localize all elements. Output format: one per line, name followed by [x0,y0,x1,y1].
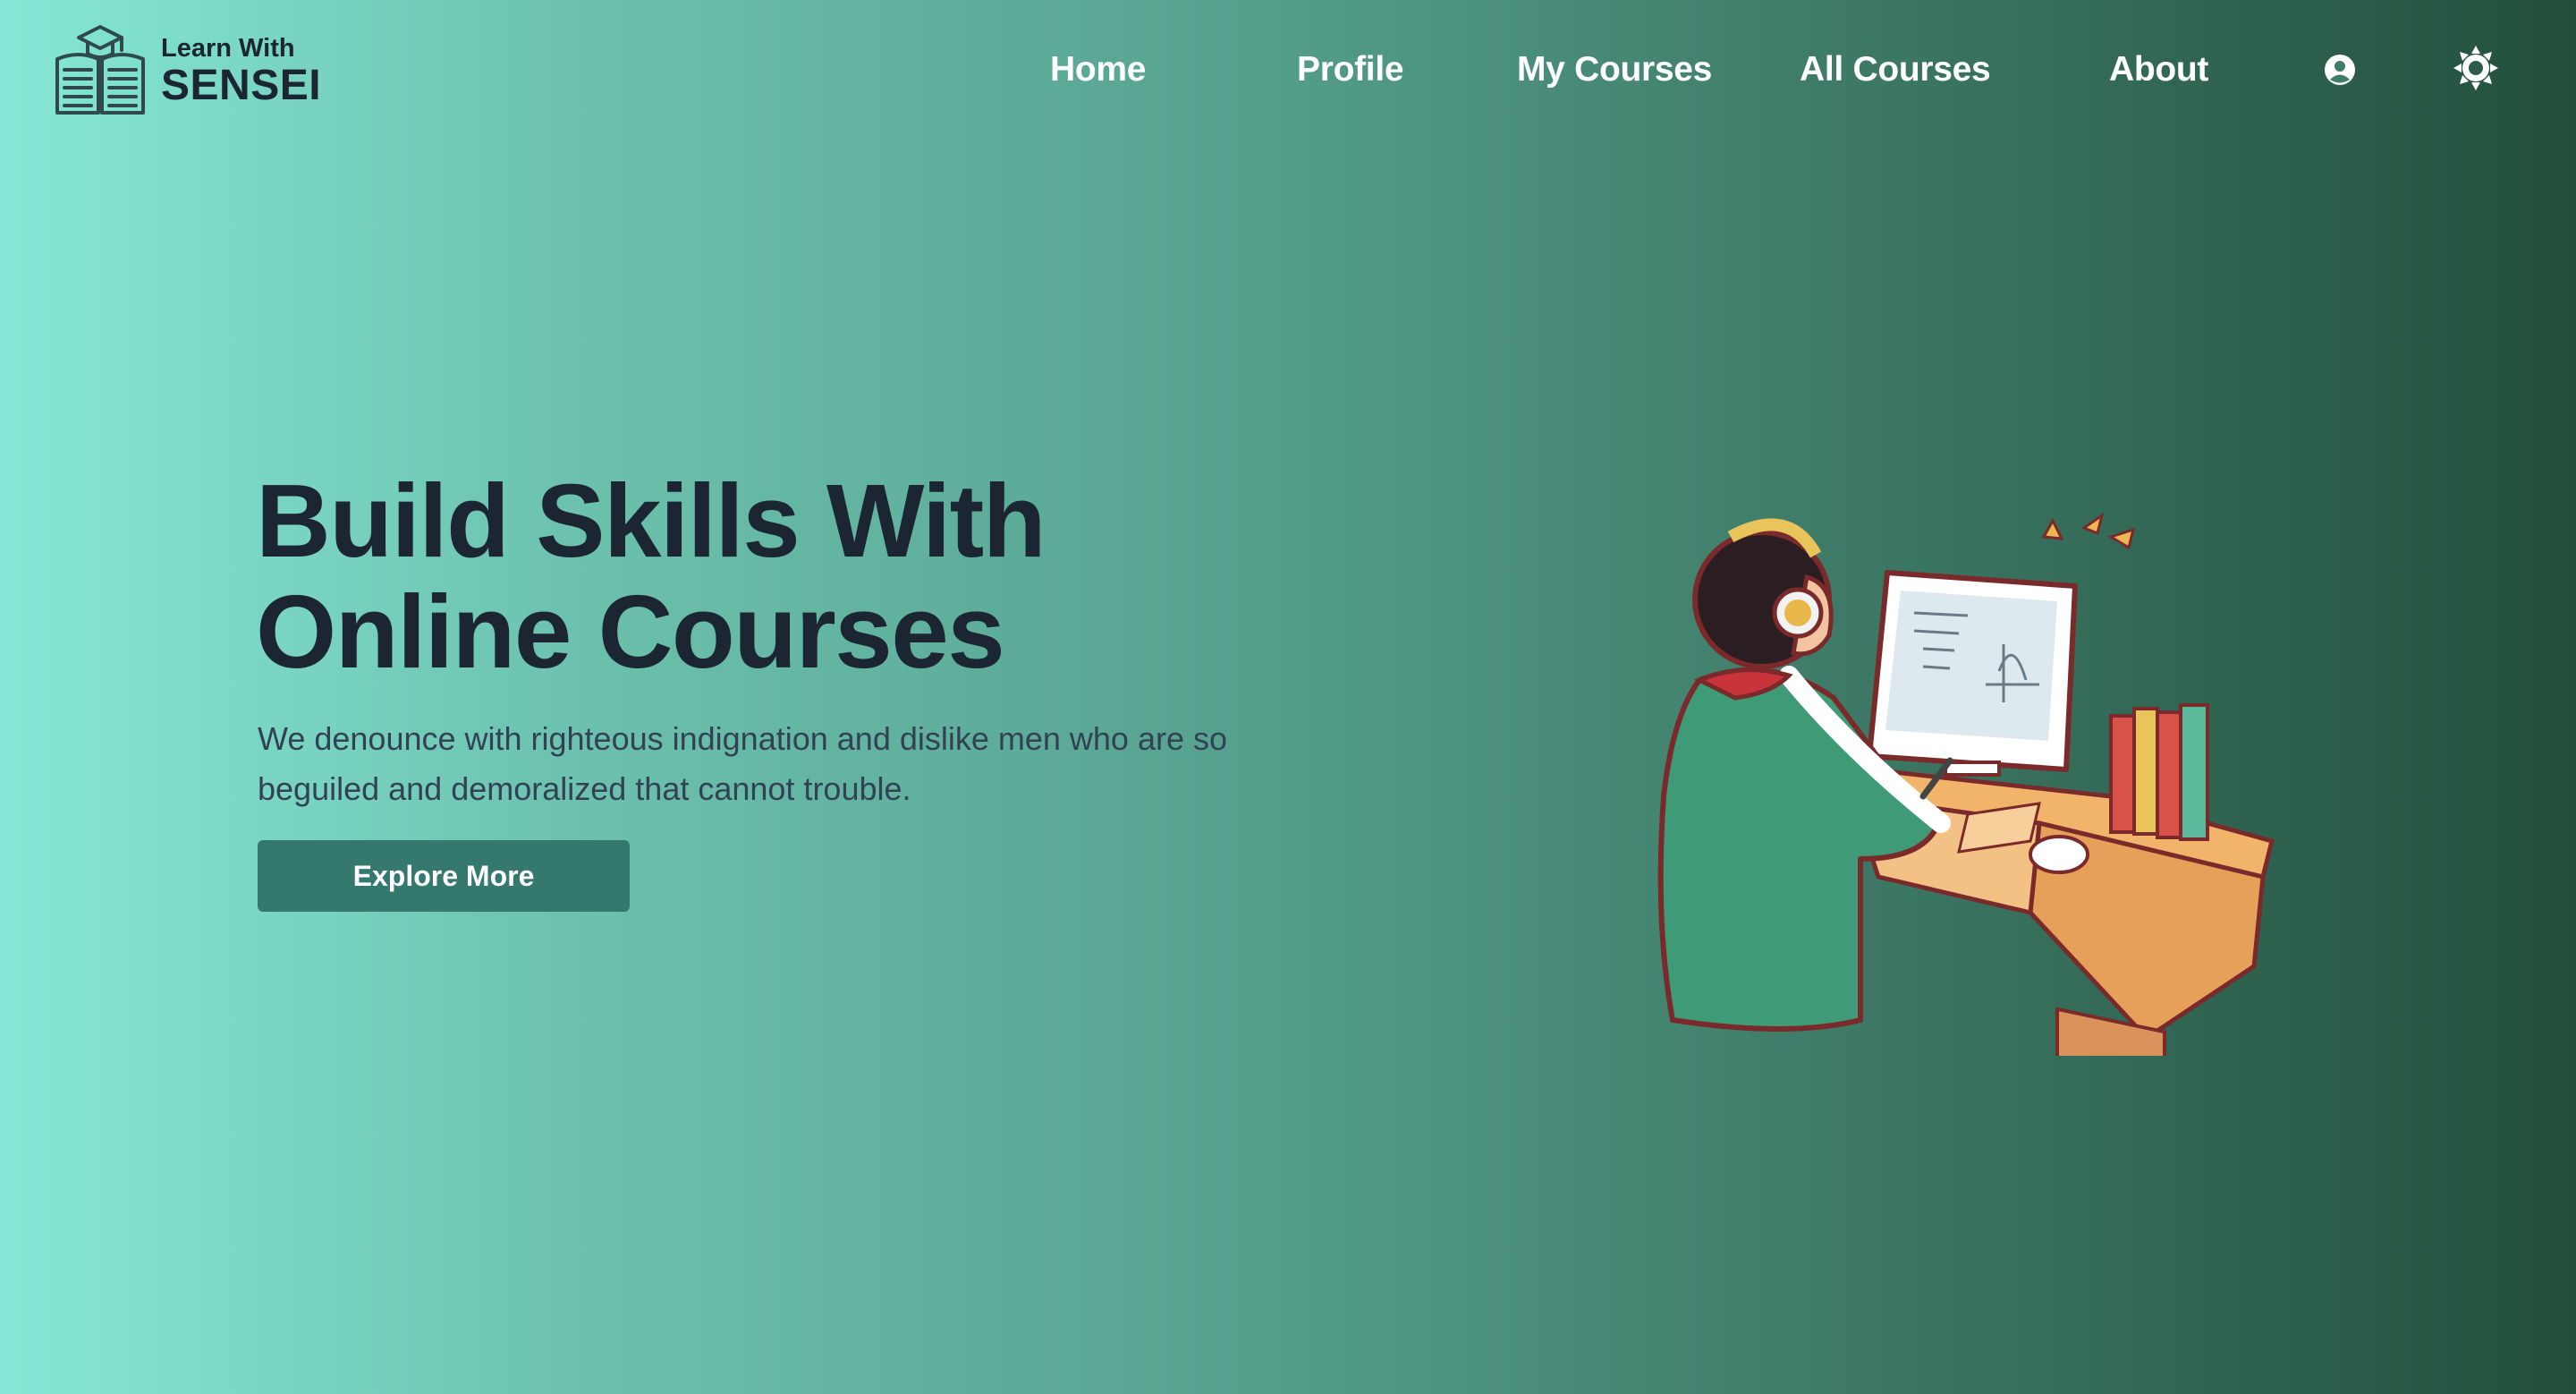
hero-title-line-1: Build Skills With [256,463,1046,579]
nav-my-courses[interactable]: My Courses [1517,50,1712,89]
hero-title-line-2: Online Courses [256,574,1005,690]
brand-line-1: Learn With [161,33,295,63]
nav-home[interactable]: Home [1050,50,1146,89]
nav-profile[interactable]: Profile [1297,50,1404,89]
nav-all-courses[interactable]: All Courses [1800,50,1991,89]
user-circle-icon[interactable] [2324,54,2356,90]
sun-gear-icon[interactable] [2453,45,2499,96]
book-cap-icon [55,25,145,115]
student-at-computer-illustration [1646,501,2290,1084]
brand-line-2: SENSEI [161,61,322,109]
nav-about[interactable]: About [2109,50,2208,89]
brand-logo[interactable]: Learn With SENSEI [52,23,321,120]
hero-description: We denounce with righteous indignation a… [258,720,1228,807]
hero-title: Build Skills With Online Courses [256,465,1240,687]
explore-more-button[interactable]: Explore More [258,840,630,912]
